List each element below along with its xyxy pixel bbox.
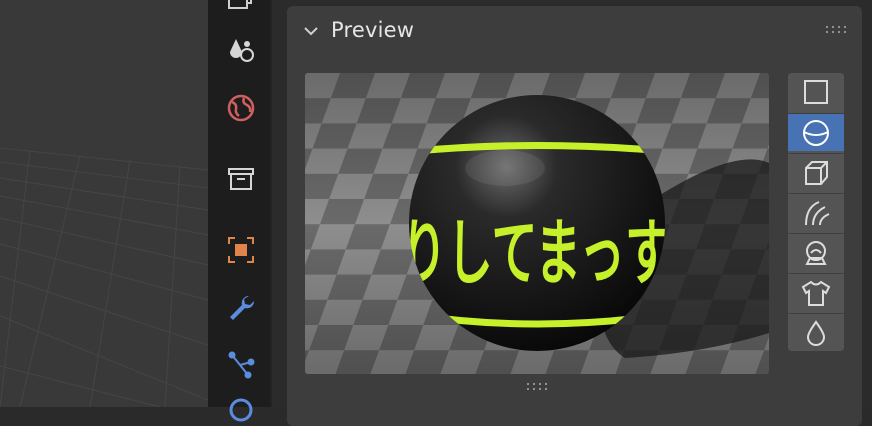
- cloth-icon: [801, 280, 831, 306]
- tab-modifiers[interactable]: [225, 292, 257, 324]
- preview-panel: Preview りしてまっす: [287, 6, 862, 426]
- preview-shape-sphere-button[interactable]: [788, 113, 844, 151]
- viewport-grid: [0, 147, 208, 407]
- tab-physics[interactable]: [225, 394, 257, 426]
- material-preview-render: りしてまっす: [305, 73, 769, 374]
- preview-shape-fluid-button[interactable]: [788, 313, 844, 351]
- resize-grip-icon[interactable]: [525, 381, 549, 393]
- cube-icon: [805, 160, 828, 185]
- sphere-icon: [803, 119, 829, 146]
- chevron-down-icon[interactable]: [302, 22, 320, 40]
- preview-shape-selector: [788, 73, 844, 351]
- panel-title: Preview: [331, 18, 415, 42]
- properties-tab-strip: [208, 0, 272, 422]
- 3d-viewport[interactable]: [0, 0, 208, 407]
- tab-object[interactable]: [225, 234, 257, 266]
- shader-ball-icon: [805, 240, 827, 265]
- particles-icon: [228, 351, 255, 379]
- physics-icon: [229, 398, 253, 422]
- layers-icon: [228, 0, 252, 9]
- drag-grip-icon[interactable]: [825, 25, 847, 35]
- hair-icon: [805, 200, 830, 225]
- tab-collection[interactable]: [225, 163, 257, 195]
- flat-plane-icon: [804, 80, 828, 104]
- modifier-wrench-icon: [230, 295, 255, 320]
- preview-text: りしてまっす: [401, 211, 671, 295]
- properties-editor: Preview りしてまっす: [272, 0, 872, 426]
- object-icon: [228, 237, 254, 263]
- preview-shape-cloth-button[interactable]: [788, 273, 844, 311]
- tab-particles[interactable]: [225, 348, 257, 380]
- collection-icon: [228, 168, 254, 190]
- scene-icon: [230, 39, 254, 62]
- preview-panel-header[interactable]: Preview: [287, 6, 862, 56]
- tab-world[interactable]: [225, 92, 257, 124]
- world-icon: [227, 94, 255, 122]
- fluid-icon: [806, 319, 826, 346]
- preview-shape-hair-button[interactable]: [788, 193, 844, 231]
- tab-scene[interactable]: [225, 34, 257, 66]
- preview-shape-plane-button[interactable]: [788, 73, 844, 111]
- tab-view-layer[interactable]: [225, 0, 257, 18]
- preview-shape-shaderball-button[interactable]: [788, 233, 844, 271]
- preview-shape-cube-button[interactable]: [788, 153, 844, 191]
